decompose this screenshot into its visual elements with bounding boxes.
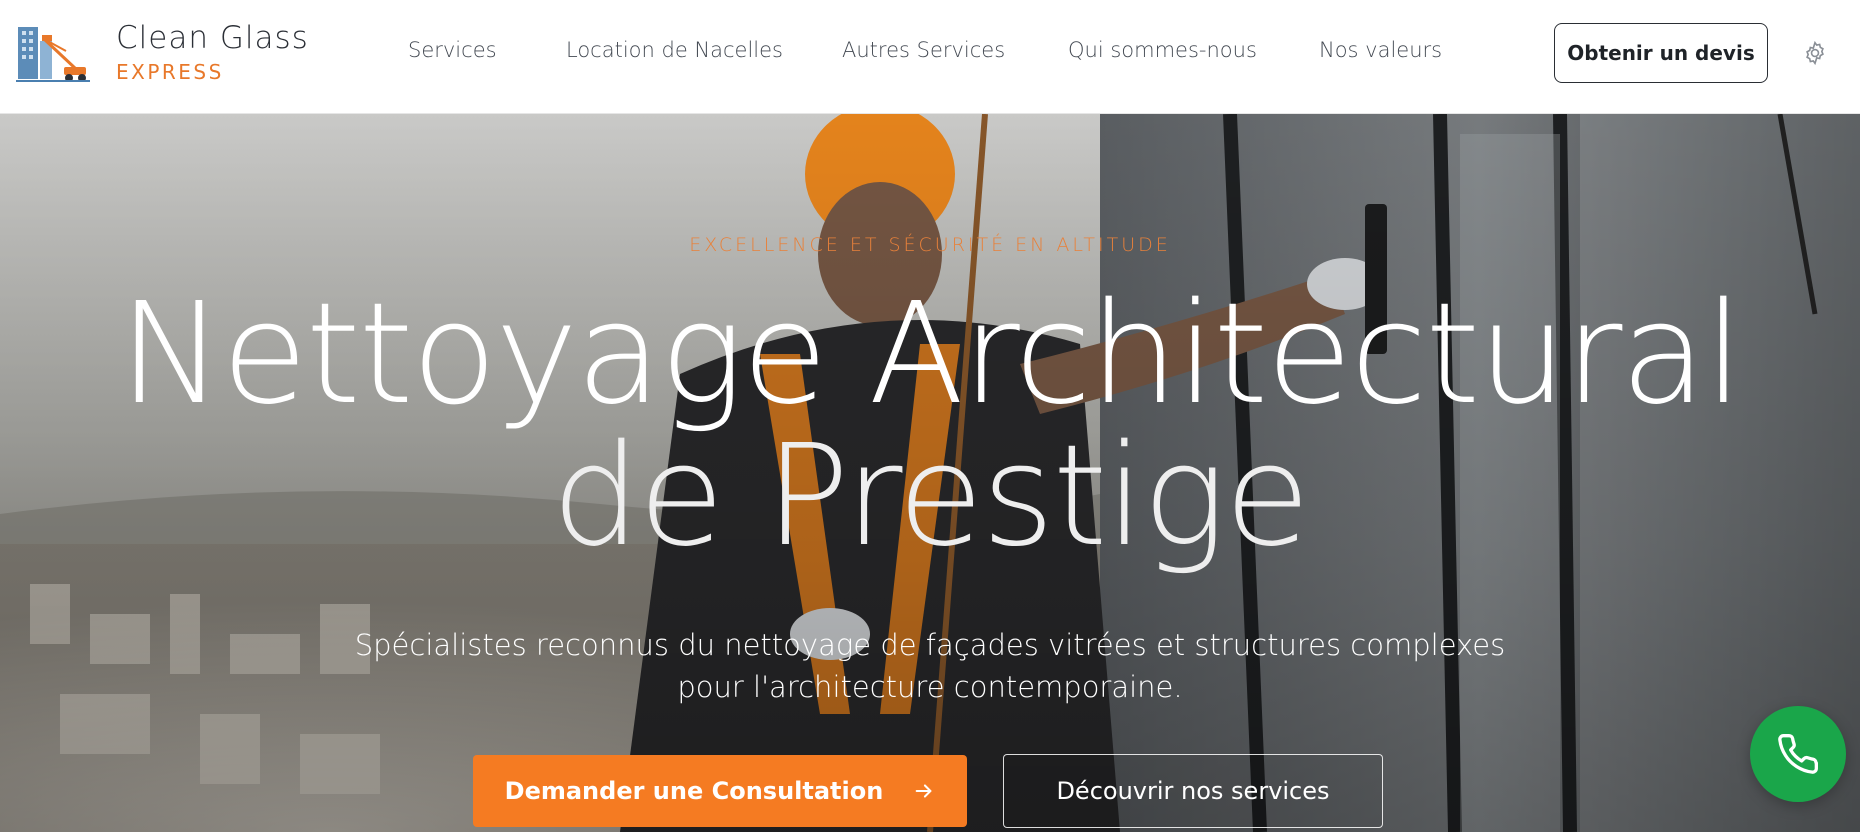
headline-line-2: de Prestige <box>551 415 1311 578</box>
subtitle-line-1: Spécialistes reconnus du nettoyage de fa… <box>354 628 1506 662</box>
request-consultation-label: Demander une Consultation <box>504 777 884 805</box>
phone-icon <box>1778 734 1818 774</box>
headline-line-1: Nettoyage Architectural <box>118 273 1743 436</box>
nav-item-location-nacelles[interactable]: Location de Nacelles <box>566 38 783 62</box>
discover-services-button[interactable]: Découvrir nos services <box>1003 754 1383 828</box>
hero-eyebrow: EXCELLENCE ET SÉCURITÉ EN ALTITUDE <box>689 234 1171 256</box>
phone-call-button[interactable] <box>1750 706 1846 802</box>
arrow-right-icon <box>915 784 932 798</box>
nav-item-qui-sommes-nous[interactable]: Qui sommes-nous <box>1068 38 1257 62</box>
hero-subtitle: Spécialistes reconnus du nettoyage de fa… <box>330 624 1530 708</box>
subtitle-line-2: pour l'architecture contemporaine. <box>677 670 1183 704</box>
get-quote-button[interactable]: Obtenir un devis <box>1554 23 1768 83</box>
site-header: Clean Glass EXPRESS Services Location de… <box>0 0 1860 114</box>
nav-item-services[interactable]: Services <box>408 38 497 62</box>
nav-item-autres-services[interactable]: Autres Services <box>842 38 1005 62</box>
hero-section: EXCELLENCE ET SÉCURITÉ EN ALTITUDE Netto… <box>0 114 1860 832</box>
hero-headline: Nettoyage Architectural de Prestige <box>0 284 1860 568</box>
gear-icon[interactable] <box>1802 40 1828 66</box>
request-consultation-button[interactable]: Demander une Consultation <box>473 755 967 827</box>
nav-item-nos-valeurs[interactable]: Nos valeurs <box>1319 38 1442 62</box>
